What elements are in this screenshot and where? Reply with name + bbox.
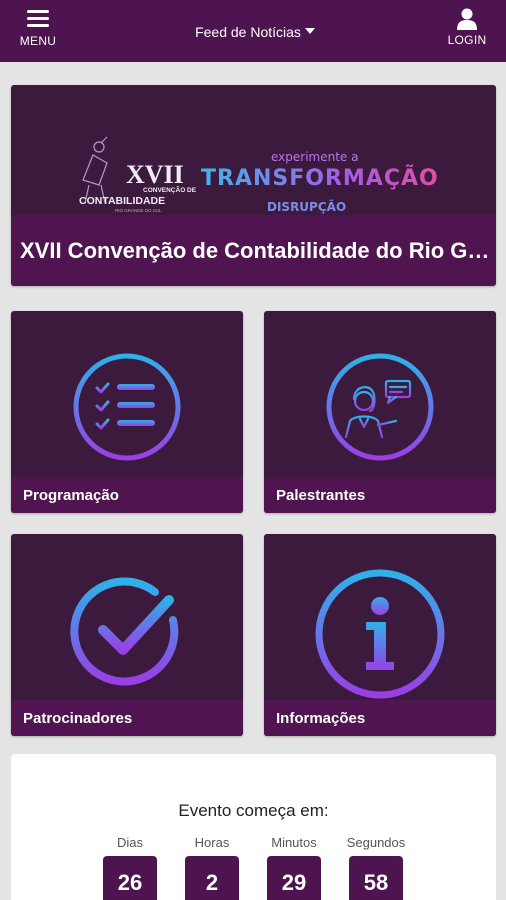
countdown-unit-label: Segundos (346, 835, 406, 850)
banner-logo-art: XVII CONVENÇÃO DE CONTABILIDADE RIO GRAN… (79, 136, 439, 222)
tagline-top: experimente a (271, 150, 358, 164)
speaker-icon (326, 353, 434, 461)
countdown-unit-label: Dias (116, 835, 143, 850)
checkmark-icon (70, 577, 179, 686)
countdown-hours: Horas 2 (177, 835, 247, 900)
feed-dropdown[interactable]: Feed de Notícias (160, 24, 350, 40)
tile-label: Patrocinadores (23, 710, 133, 727)
banner-title: XVII Convenção de Contabilidade do Rio G… (20, 238, 490, 263)
countdown-unit-label: Horas (194, 835, 230, 850)
robot-figure-icon (82, 136, 108, 204)
tagline-main: TRANSFORMAÇÃO (201, 165, 439, 191)
countdown-days: Dias 26 (95, 835, 165, 900)
hamburger-icon (27, 10, 49, 27)
countdown-title: Evento começa em: (178, 801, 329, 820)
menu-label: MENU (19, 34, 57, 48)
tile-informacoes[interactable]: Informações (264, 534, 496, 736)
event-banner[interactable]: XVII CONVENÇÃO DE CONTABILIDADE RIO GRAN… (11, 85, 496, 286)
feed-label: Feed de Notícias (195, 24, 301, 40)
login-button[interactable]: LOGIN (446, 8, 488, 54)
logo-numeral: XVII (126, 160, 184, 189)
countdown-seconds: Segundos 58 (341, 835, 411, 900)
login-label: LOGIN (447, 33, 487, 47)
tile-label: Informações (276, 710, 366, 727)
caret-down-icon (304, 28, 315, 35)
tagline-sub: DISRUPÇÃO (267, 199, 346, 214)
user-icon (457, 8, 477, 30)
countdown-value: 29 (267, 856, 321, 900)
countdown-value: 58 (349, 856, 403, 900)
menu-button[interactable]: MENU (14, 8, 62, 54)
countdown-card: Evento começa em: Dias 26 Horas 2 Minuto… (11, 754, 496, 900)
logo-line2: CONTABILIDADE (79, 195, 165, 207)
tile-programacao[interactable]: Programação (11, 311, 243, 513)
info-icon (315, 569, 445, 699)
checklist-icon (73, 353, 181, 461)
countdown-minutes: Minutos 29 (259, 835, 329, 900)
countdown-unit-label: Minutos (271, 835, 317, 850)
countdown-value: 26 (103, 856, 157, 900)
logo-line3: RIO GRANDE DO SUL (115, 208, 162, 213)
tile-label: Palestrantes (276, 487, 366, 504)
tile-label: Programação (23, 487, 119, 504)
tile-palestrantes[interactable]: Palestrantes (264, 311, 496, 513)
countdown-value: 2 (185, 856, 239, 900)
top-bar: MENU Feed de Notícias LOGIN (0, 0, 506, 62)
tile-patrocinadores[interactable]: Patrocinadores (11, 534, 243, 736)
logo-line1: CONVENÇÃO DE (143, 185, 197, 194)
